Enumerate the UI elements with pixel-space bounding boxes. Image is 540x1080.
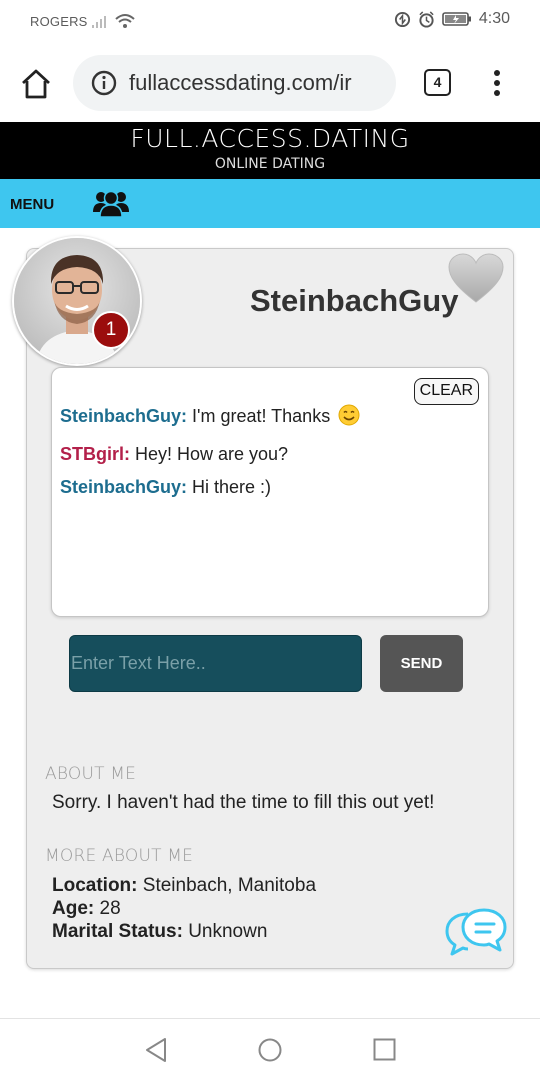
more-vert-icon[interactable] [485, 68, 509, 98]
marital-label: Marital Status: [52, 921, 183, 942]
recents-icon[interactable] [373, 1038, 396, 1061]
avatar[interactable] [12, 236, 142, 366]
chat-message: STBgirl: Hey! How are you? [60, 444, 288, 465]
info-icon[interactable] [91, 70, 117, 96]
data-saver-icon [394, 11, 410, 27]
location-value: Steinbach, Manitoba [137, 875, 317, 896]
more-about-heading: MORE ABOUT ME [45, 846, 194, 866]
people-icon[interactable] [92, 188, 130, 218]
chat-log: CLEAR SteinbachGuy: I'm great! Thanks ST… [51, 367, 489, 617]
message-text: I'm great! Thanks [187, 406, 331, 426]
browser-toolbar: fullaccessdating.com/ir 4 [0, 44, 540, 122]
message-text: Hi there :) [187, 477, 272, 497]
tab-switcher-button[interactable]: 4 [424, 69, 451, 96]
location-row: Location: Steinbach, Manitoba [52, 875, 316, 897]
page: ROGERS 4:30 fullaccessdating.com/ir 4 FU… [0, 0, 540, 1080]
smile-emoji-icon [338, 404, 360, 426]
notification-badge[interactable]: 1 [92, 311, 130, 349]
chat-message: SteinbachGuy: I'm great! Thanks [60, 404, 360, 427]
battery-icon [442, 12, 471, 26]
avatar-container[interactable]: 1 [12, 236, 142, 366]
menu-button[interactable]: MENU [10, 196, 54, 213]
menu-bar: MENU [0, 179, 540, 228]
signal-wifi-icon [92, 14, 135, 28]
url-text[interactable]: fullaccessdating.com/ir [129, 70, 391, 96]
site-subtitle: ONLINE DATING [214, 156, 326, 172]
location-label: Location: [52, 875, 138, 896]
marital-value: Unknown [182, 921, 268, 942]
status-right: 4:30 [394, 10, 510, 28]
message-sender[interactable]: SteinbachGuy: [60, 406, 187, 426]
age-label: Age: [52, 898, 95, 919]
about-me-text: Sorry. I haven't had the time to fill th… [52, 792, 435, 813]
home-circle-icon[interactable] [258, 1038, 282, 1062]
carrier-label: ROGERS [30, 14, 88, 29]
message-sender[interactable]: SteinbachGuy: [60, 477, 187, 497]
age-value: 28 [94, 898, 121, 919]
site-title[interactable]: FULL.ACCESS.DATING [0, 124, 540, 154]
send-button[interactable]: SEND [380, 635, 463, 692]
back-icon[interactable] [144, 1037, 168, 1063]
message-sender[interactable]: STBgirl: [60, 444, 130, 464]
profile-username: SteinbachGuy [250, 283, 459, 318]
address-bar[interactable]: fullaccessdating.com/ir [73, 55, 396, 111]
chat-message: SteinbachGuy: Hi there :) [60, 477, 271, 498]
message-text: Hey! How are you? [130, 444, 289, 464]
system-nav-bar [0, 1018, 540, 1080]
age-row: Age: 28 [52, 898, 121, 920]
message-input[interactable] [69, 635, 362, 692]
clear-chat-button[interactable]: CLEAR [413, 378, 479, 405]
chat-bubbles-icon[interactable] [444, 906, 508, 958]
site-header: FULL.ACCESS.DATING ONLINE DATING [0, 122, 540, 179]
about-me-heading: ABOUT ME [45, 764, 137, 784]
home-icon[interactable] [18, 66, 54, 102]
clock: 4:30 [478, 10, 510, 27]
marital-row: Marital Status: Unknown [52, 921, 267, 943]
status-bar: ROGERS 4:30 [0, 0, 540, 44]
alarm-icon [419, 10, 434, 28]
